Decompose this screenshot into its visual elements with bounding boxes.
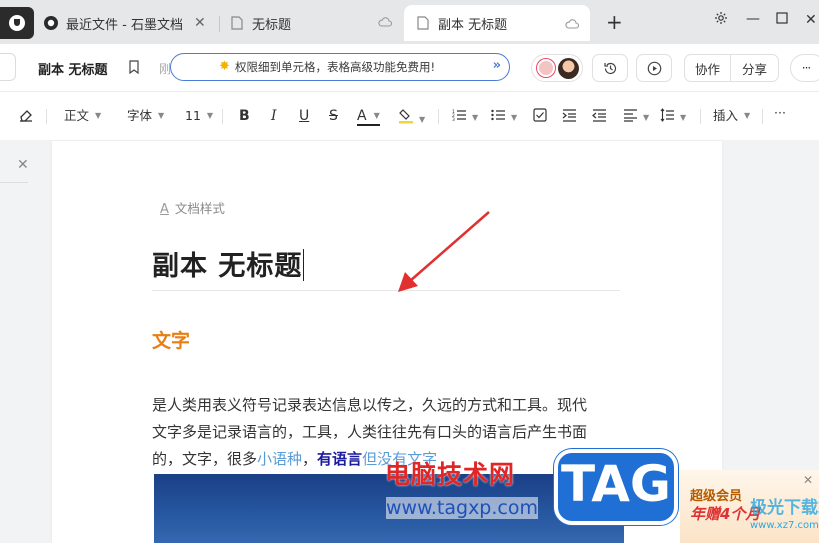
promo-ad[interactable]: ✕ 超级会员 年赠4个月 极光下载站 www.xz7.com <box>680 470 819 543</box>
close-ad-icon[interactable]: ✕ <box>803 473 813 487</box>
watermark-site-url: www.tagxp.com <box>386 497 538 519</box>
ad-title: 超级会员 <box>690 489 743 504</box>
ad-site-name: 极光下载站 <box>750 498 819 518</box>
watermark-tag-logo: TAG <box>554 449 678 525</box>
ad-site-url: www.xz7.com <box>750 520 819 531</box>
tag-text: TAG <box>561 455 671 513</box>
watermark-site-name: 电脑技术网 <box>385 460 516 489</box>
